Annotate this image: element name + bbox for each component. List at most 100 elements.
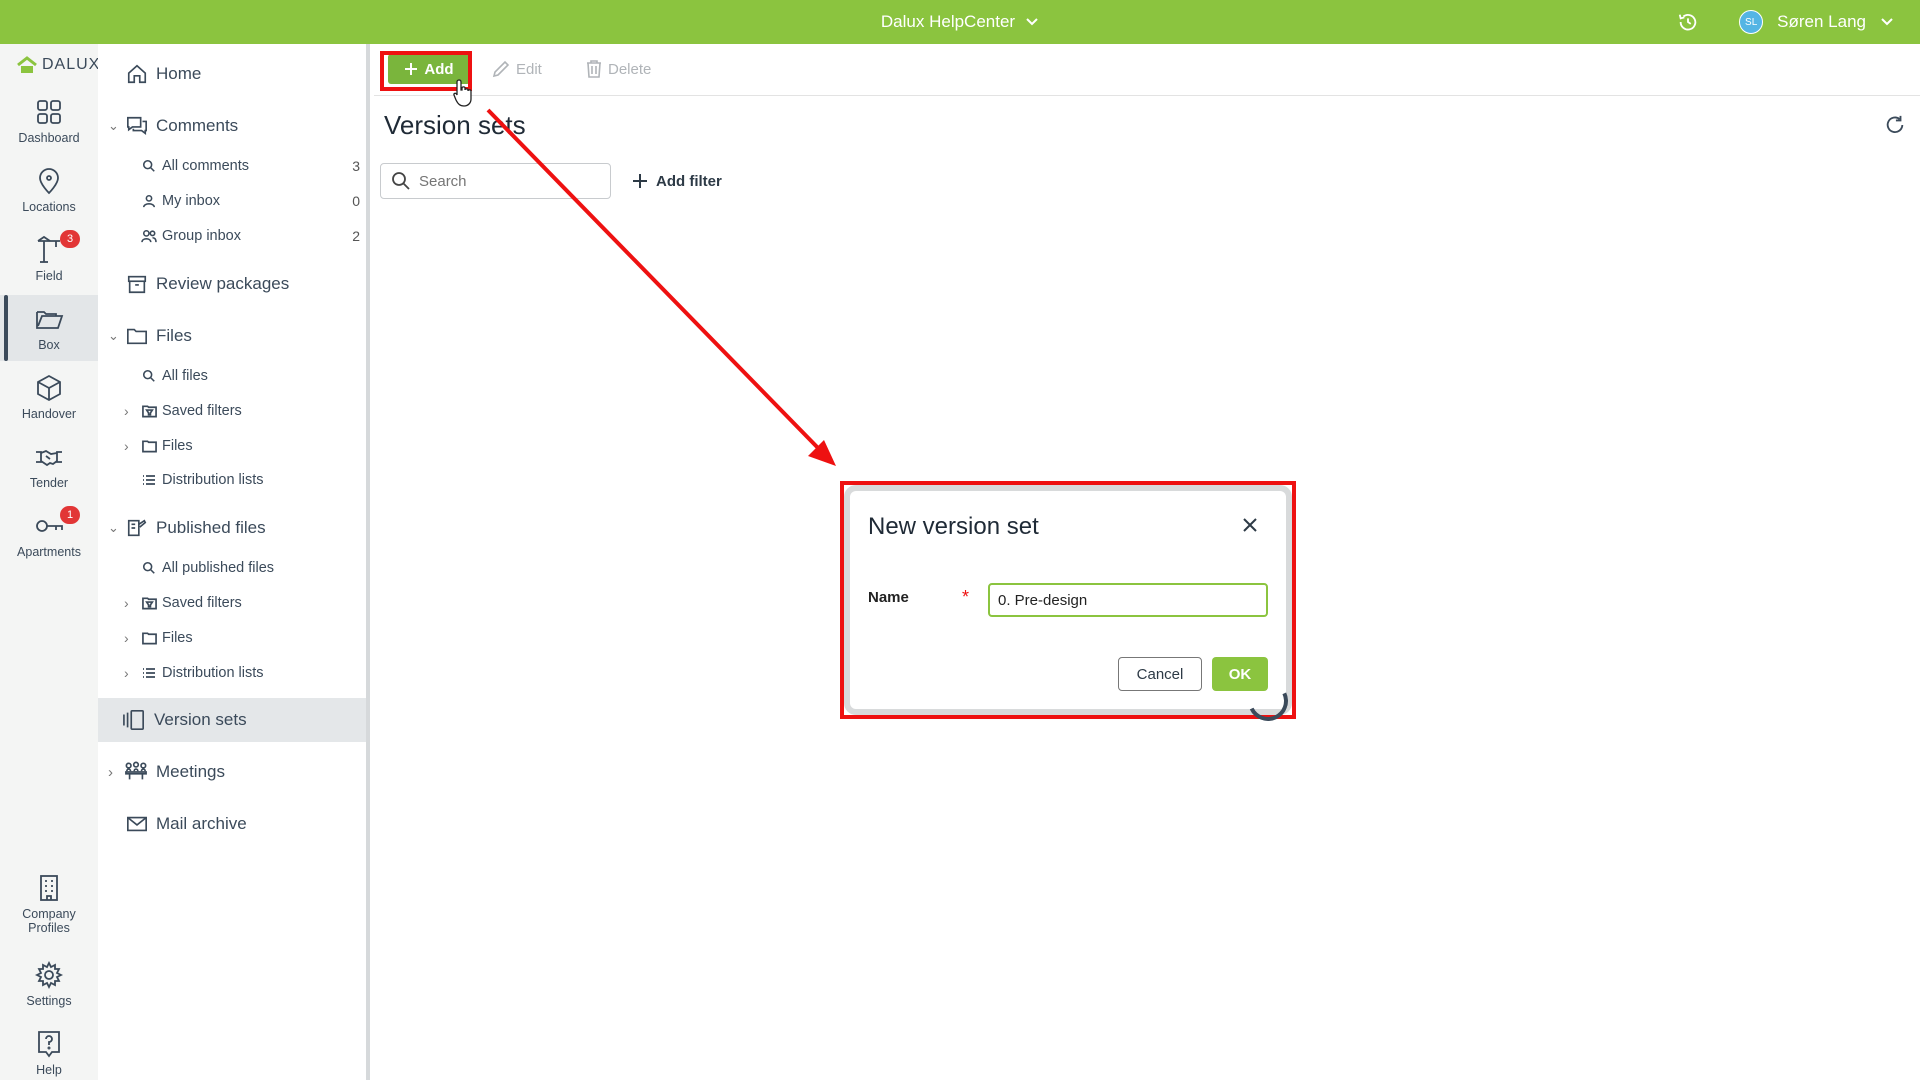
nav-review-packages[interactable]: Review packages	[98, 264, 366, 304]
name-label: Name	[868, 589, 909, 606]
dalux-logo[interactable]: DALUX	[16, 56, 100, 74]
help-icon	[38, 1031, 60, 1058]
history-icon[interactable]	[1677, 11, 1699, 33]
pencil-icon	[492, 60, 510, 78]
chevron-right-icon[interactable]: ›	[124, 403, 129, 419]
chevron-right-icon[interactable]: ›	[124, 630, 129, 646]
folder-icon	[142, 632, 157, 645]
users-icon	[141, 229, 157, 243]
filter-folder-icon	[142, 597, 157, 610]
avatar[interactable]: SL	[1739, 10, 1764, 34]
search-icon	[142, 159, 155, 172]
close-icon[interactable]	[1240, 515, 1260, 535]
required-indicator: *	[962, 587, 970, 607]
nav-all-files[interactable]: All files	[98, 361, 366, 391]
folder-icon	[127, 328, 147, 345]
nav-published-files-folder[interactable]: › Files	[98, 623, 366, 653]
add-filter-button[interactable]: Add filter	[632, 168, 722, 194]
chevron-right-icon[interactable]: ›	[124, 438, 129, 454]
toolbar: Add Edit Delete	[374, 44, 1920, 96]
user-name[interactable]: Søren Lang	[1777, 12, 1866, 32]
search-input[interactable]	[419, 172, 589, 190]
search-icon	[392, 172, 410, 190]
nav-all-published-files[interactable]: All published files	[98, 553, 366, 583]
user-icon	[142, 194, 156, 208]
nav-home[interactable]: Home	[98, 54, 366, 94]
chevron-right-icon[interactable]: ›	[108, 764, 113, 781]
filter-folder-icon	[142, 405, 157, 418]
refresh-icon[interactable]	[1884, 114, 1906, 136]
nav-comments[interactable]: ⌄ Comments	[98, 106, 366, 146]
rail-item-help[interactable]: Help	[0, 1020, 98, 1080]
nav-group-inbox[interactable]: Group inbox 2	[98, 221, 366, 251]
version-sets-icon	[123, 710, 144, 730]
nav-version-sets[interactable]: Version sets	[98, 698, 366, 742]
nav-published-distribution-lists[interactable]: › Distribution lists	[98, 658, 366, 688]
rail-item-dashboard[interactable]: Dashboard	[0, 88, 98, 154]
edit-button[interactable]: Edit	[492, 54, 542, 84]
chevron-down-icon	[1026, 18, 1038, 26]
dialog-title: New version set	[868, 513, 1039, 540]
cube-icon	[37, 374, 61, 402]
gear-icon	[34, 960, 64, 990]
rail-item-locations[interactable]: Locations	[0, 157, 98, 223]
rail-item-apartments[interactable]: Apartments 1	[0, 502, 98, 568]
rail-item-box[interactable]: Box	[0, 295, 98, 361]
chevron-right-icon[interactable]: ›	[124, 595, 129, 611]
cancel-button[interactable]: Cancel	[1118, 657, 1202, 691]
meeting-icon	[125, 761, 147, 780]
name-input[interactable]	[988, 583, 1268, 617]
handshake-icon	[36, 449, 62, 467]
map-pin-icon	[39, 168, 59, 195]
home-icon	[127, 64, 147, 84]
chevron-down-icon[interactable]: ⌄	[108, 520, 119, 536]
mail-icon	[127, 816, 147, 832]
rail-item-handover[interactable]: Handover	[0, 364, 98, 430]
delete-button[interactable]: Delete	[586, 54, 651, 84]
item-count: 3	[352, 158, 360, 174]
folder-icon	[142, 440, 157, 453]
item-count: 2	[352, 228, 360, 244]
grid-icon	[37, 100, 61, 124]
page-title: Version sets	[384, 110, 526, 140]
archive-box-icon	[127, 275, 147, 294]
nav-my-inbox[interactable]: My inbox 0	[98, 186, 366, 216]
nav-files[interactable]: ⌄ Files	[98, 316, 366, 356]
top-bar: Dalux HelpCenter SL Søren Lang	[0, 0, 1920, 44]
project-name: Dalux HelpCenter	[880, 12, 1016, 31]
chevron-right-icon[interactable]: ›	[124, 665, 129, 681]
rail-item-tender[interactable]: Tender	[0, 433, 98, 499]
chevron-down-icon[interactable]	[1880, 17, 1894, 27]
chevron-down-icon[interactable]: ⌄	[108, 328, 119, 344]
search-box[interactable]	[380, 163, 611, 199]
building-icon	[40, 875, 58, 901]
plus-icon	[633, 174, 647, 188]
search-icon	[142, 561, 155, 574]
house-logo-icon	[17, 56, 37, 73]
new-version-set-dialog: New version set Name * Cancel OK	[850, 491, 1294, 727]
ok-button[interactable]: OK	[1212, 657, 1268, 691]
list-icon	[143, 475, 155, 485]
trash-icon	[587, 60, 601, 78]
chevron-down-icon[interactable]: ⌄	[108, 118, 119, 134]
nav-saved-filters[interactable]: › Saved filters	[98, 396, 366, 426]
rail-item-company-profiles[interactable]: Company Profiles	[0, 864, 98, 944]
nav-mail-archive[interactable]: Mail archive	[98, 804, 366, 844]
nav-files-folder[interactable]: › Files	[98, 431, 366, 461]
search-icon	[142, 369, 155, 382]
nav-distribution-lists[interactable]: Distribution lists	[98, 465, 366, 495]
notification-badge: 1	[60, 506, 80, 524]
rail-item-field[interactable]: Field 3	[0, 226, 98, 292]
project-selector[interactable]: Dalux HelpCenter	[0, 0, 1920, 44]
module-rail: DALUX Dashboard Locations Field 3 Box Ha…	[0, 44, 100, 1080]
nav-published-saved-filters[interactable]: › Saved filters	[98, 588, 366, 618]
list-icon	[143, 668, 155, 678]
rail-item-settings[interactable]: Settings	[0, 951, 98, 1017]
nav-all-comments[interactable]: All comments 3	[98, 151, 366, 181]
nav-meetings[interactable]: › Meetings	[98, 752, 366, 792]
hand-cursor-icon	[453, 79, 472, 107]
nav-published-files[interactable]: ⌄ Published files	[98, 508, 366, 548]
folder-open-icon	[36, 311, 64, 329]
navigation-panel: Home ⌄ Comments All comments 3 My inbox …	[98, 44, 370, 1080]
notification-badge: 3	[60, 230, 80, 248]
